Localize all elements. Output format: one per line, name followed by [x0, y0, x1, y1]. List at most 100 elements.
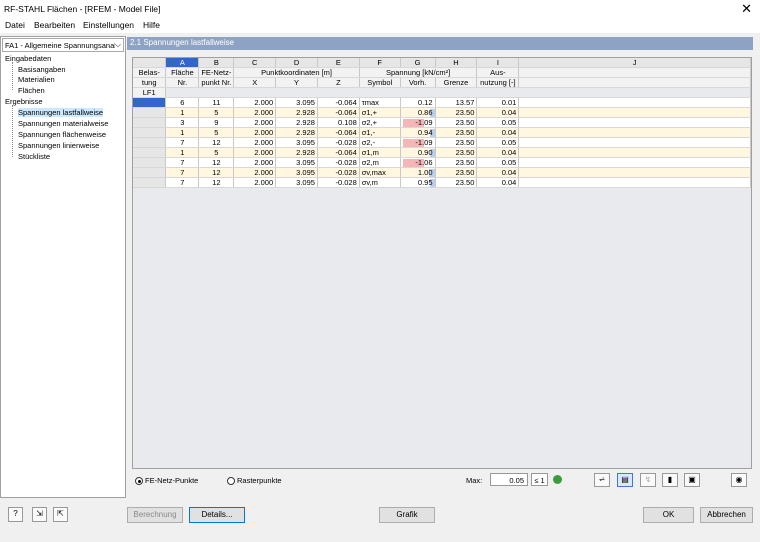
- cell-grenze[interactable]: 23.50: [435, 147, 478, 158]
- cell-ausnutzung[interactable]: 0.04: [476, 107, 520, 118]
- cell-z[interactable]: -0.028: [317, 157, 360, 168]
- cell-y[interactable]: 2.928: [275, 107, 318, 118]
- export-excel-icon[interactable]: ▣: [684, 473, 700, 487]
- col-letter-b[interactable]: B: [198, 58, 235, 68]
- cell-fenetz[interactable]: 5: [198, 147, 235, 158]
- cell-symbol[interactable]: τmax: [359, 97, 401, 108]
- cell-y[interactable]: 3.095: [275, 167, 318, 178]
- cell-ausnutzung[interactable]: 0.04: [476, 147, 520, 158]
- row-header[interactable]: [133, 117, 167, 128]
- cell-z[interactable]: 0.108: [317, 117, 360, 128]
- cell-y[interactable]: 2.928: [275, 117, 318, 128]
- cell-vorh[interactable]: -1.06: [400, 157, 436, 168]
- view-icon[interactable]: ◉: [731, 473, 747, 487]
- table-row[interactable]: 7 12 2.000 3.095 -0.028 σv,max 1.00 23.50 0.04: [133, 167, 751, 178]
- berechnung-button[interactable]: Berechnung: [127, 507, 183, 523]
- tree-item-spannungen-materialweise[interactable]: Spannungen materialweise: [18, 119, 108, 128]
- col-letter-j[interactable]: J: [518, 58, 751, 68]
- cell-vorh[interactable]: 0.86: [400, 107, 436, 118]
- color-scale-icon[interactable]: ▮: [662, 473, 678, 487]
- cell-fenetz[interactable]: 12: [198, 167, 235, 178]
- grafik-button[interactable]: Grafik: [379, 507, 435, 523]
- col-letter-i[interactable]: I: [476, 58, 520, 68]
- abbrechen-button[interactable]: Abbrechen: [700, 507, 753, 523]
- cell-j[interactable]: [518, 127, 751, 138]
- cell-grenze[interactable]: 23.50: [435, 127, 478, 138]
- radio-fe-netz-punkte[interactable]: FE-Netz-Punkte: [135, 476, 198, 486]
- cell-y[interactable]: 2.928: [275, 127, 318, 138]
- tree-item-spannungen-flaechenweise[interactable]: Spannungen flächenweise: [18, 130, 106, 139]
- cell-ausnutzung[interactable]: 0.01: [476, 97, 520, 108]
- cell-j[interactable]: [518, 137, 751, 148]
- cell-flaeche[interactable]: 1: [165, 107, 200, 118]
- row-header[interactable]: [133, 107, 167, 118]
- col-letter-g[interactable]: G: [400, 58, 436, 68]
- col-letter-c[interactable]: C: [233, 58, 277, 68]
- row-header[interactable]: [133, 137, 167, 148]
- cell-fenetz[interactable]: 5: [198, 107, 235, 118]
- ok-button[interactable]: OK: [643, 507, 694, 523]
- cell-fenetz[interactable]: 12: [198, 157, 235, 168]
- table-row[interactable]: 7 12 2.000 3.095 -0.028 σv,m 0.95 23.50 0.04: [133, 177, 751, 188]
- col-letter-a[interactable]: A: [165, 58, 200, 68]
- cell-vorh[interactable]: 0.95: [400, 177, 436, 188]
- cell-symbol[interactable]: σ1,-: [359, 127, 401, 138]
- cell-vorh[interactable]: 0.12: [400, 97, 436, 108]
- cell-grenze[interactable]: 23.50: [435, 107, 478, 118]
- cell-flaeche[interactable]: 6: [165, 97, 200, 108]
- cell-x[interactable]: 2.000: [233, 107, 277, 118]
- tree-item-spannungen-linienweise[interactable]: Spannungen linienweise: [18, 141, 99, 150]
- row-header[interactable]: [133, 97, 167, 108]
- tree-item-basisangaben[interactable]: Basisangaben: [18, 65, 66, 74]
- cell-y[interactable]: 3.095: [275, 157, 318, 168]
- cell-flaeche[interactable]: 1: [165, 147, 200, 158]
- cell-vorh[interactable]: 0.94: [400, 127, 436, 138]
- cell-symbol[interactable]: σ2,m: [359, 157, 401, 168]
- col-letter-d[interactable]: D: [275, 58, 318, 68]
- cell-z[interactable]: -0.028: [317, 167, 360, 178]
- cell-j[interactable]: [518, 157, 751, 168]
- cell-fenetz[interactable]: 11: [198, 97, 235, 108]
- cell-flaeche[interactable]: 7: [165, 157, 200, 168]
- cell-z[interactable]: -0.028: [317, 137, 360, 148]
- cell-ausnutzung[interactable]: 0.04: [476, 177, 520, 188]
- cell-z[interactable]: -0.028: [317, 177, 360, 188]
- details-button[interactable]: Details...: [189, 507, 245, 523]
- cell-flaeche[interactable]: 1: [165, 127, 200, 138]
- cell-flaeche[interactable]: 3: [165, 117, 200, 128]
- cell-ausnutzung[interactable]: 0.04: [476, 127, 520, 138]
- cell-z[interactable]: -0.064: [317, 97, 360, 108]
- cell-y[interactable]: 2.928: [275, 147, 318, 158]
- col-letter-h[interactable]: H: [435, 58, 478, 68]
- row-header[interactable]: [133, 167, 167, 178]
- design-case-select[interactable]: FA1 - Allgemeine Spannungsanalyse ⌵: [2, 38, 124, 52]
- cell-z[interactable]: -0.064: [317, 147, 360, 158]
- row-header[interactable]: [133, 157, 167, 168]
- cell-x[interactable]: 2.000: [233, 167, 277, 178]
- cell-fenetz[interactable]: 12: [198, 177, 235, 188]
- cell-x[interactable]: 2.000: [233, 157, 277, 168]
- table-row[interactable]: 1 5 2.000 2.928 -0.064 σ1,+ 0.86 23.50 0.04: [133, 107, 751, 118]
- table-row[interactable]: 7 12 2.000 3.095 -0.028 σ2,- -1.09 23.50 0.05: [133, 137, 751, 148]
- cell-flaeche[interactable]: 7: [165, 177, 200, 188]
- menu-einstellungen[interactable]: Einstellungen: [83, 20, 134, 30]
- cell-symbol[interactable]: σv,m: [359, 177, 401, 188]
- table-row[interactable]: 7 12 2.000 3.095 -0.028 σ2,m -1.06 23.50 0.05: [133, 157, 751, 168]
- table-row[interactable]: 6 11 2.000 3.095 -0.064 τmax 0.12 13.57 0.01: [133, 97, 751, 108]
- cell-x[interactable]: 2.000: [233, 177, 277, 188]
- menu-bearbeiten[interactable]: Bearbeiten: [34, 20, 75, 30]
- show-bars-icon[interactable]: ▤: [617, 473, 633, 487]
- cell-j[interactable]: [518, 167, 751, 178]
- cell-y[interactable]: 3.095: [275, 137, 318, 148]
- cell-grenze[interactable]: 13.57: [435, 97, 478, 108]
- cell-grenze[interactable]: 23.50: [435, 157, 478, 168]
- cell-grenze[interactable]: 23.50: [435, 177, 478, 188]
- row-header[interactable]: [133, 147, 167, 158]
- cell-ausnutzung[interactable]: 0.05: [476, 117, 520, 128]
- import-icon[interactable]: ⇲: [32, 507, 47, 522]
- menu-hilfe[interactable]: Hilfe: [143, 20, 160, 30]
- cell-flaeche[interactable]: 7: [165, 137, 200, 148]
- radio-rasterpunkte[interactable]: Rasterpunkte: [227, 476, 282, 486]
- cell-vorh[interactable]: 1.00: [400, 167, 436, 178]
- cell-z[interactable]: -0.064: [317, 107, 360, 118]
